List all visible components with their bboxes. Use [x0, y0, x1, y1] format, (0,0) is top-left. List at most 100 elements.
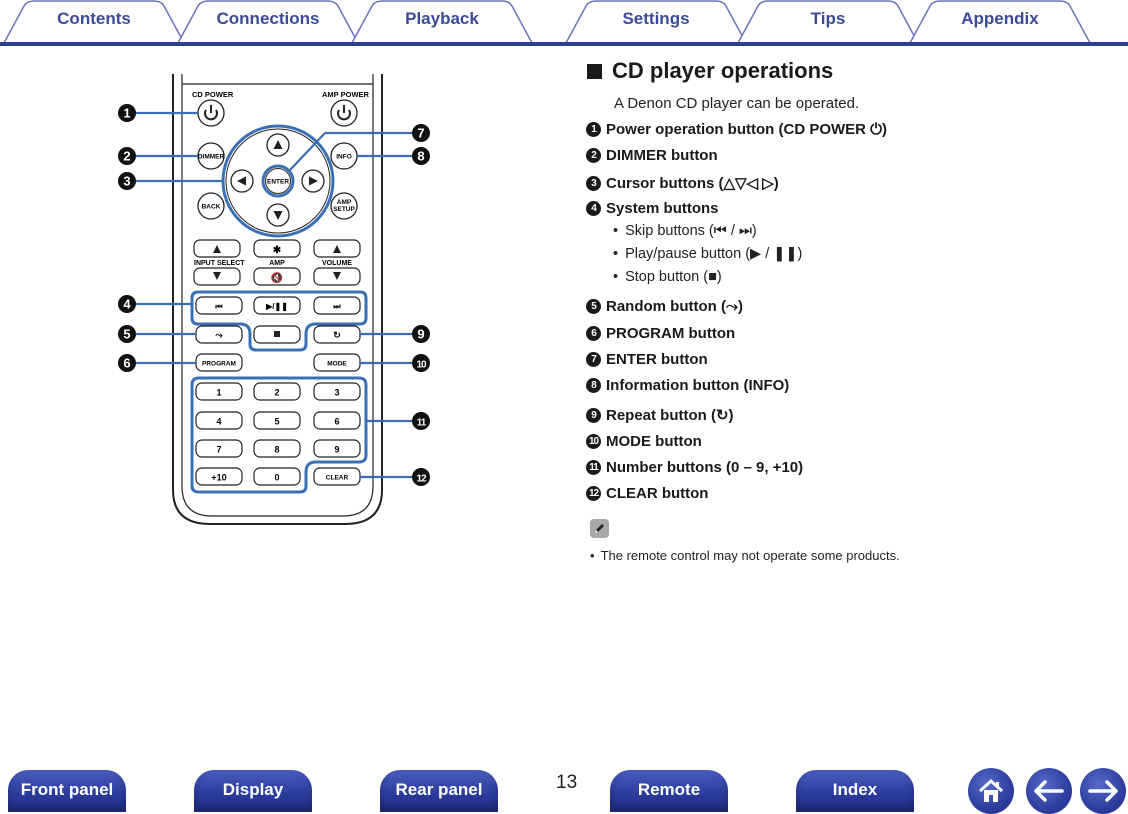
section-title: CD player operations [587, 58, 833, 84]
callout-number: 1 [123, 106, 130, 121]
svg-text:⏮: ⏮ [215, 302, 222, 311]
item-number: 9 [586, 407, 601, 423]
number-key-label: 5 [274, 417, 279, 427]
nav-remote-button[interactable]: Remote [610, 770, 728, 812]
number-key-label: 9 [334, 445, 339, 455]
tab-label: Connections [216, 9, 320, 28]
list-item: 12 CLEAR button [586, 485, 708, 502]
number-key-label: 7 [216, 445, 221, 455]
tab-underline [0, 42, 1128, 46]
callout-number: 2 [123, 149, 130, 164]
item-number: 10 [586, 434, 601, 449]
item-number: 12 [586, 486, 601, 501]
info-label: INFO [336, 154, 352, 161]
arrow-right-icon [1088, 780, 1118, 802]
tab-playback[interactable]: Playback [350, 0, 534, 43]
number-key-label: 2 [274, 388, 279, 398]
arrow-left-icon [1034, 780, 1064, 802]
nav-label: Index [832, 780, 878, 799]
item-label: DIMMER button [606, 147, 718, 164]
item-number: 2 [586, 148, 601, 163]
svg-text:▶/❚❚: ▶/❚❚ [265, 302, 288, 312]
item-number: 8 [586, 378, 601, 393]
tab-tips[interactable]: Tips [736, 0, 920, 43]
item-label: PROGRAM button [606, 325, 736, 342]
tab-label: Playback [405, 9, 479, 28]
mode-label: MODE [327, 361, 347, 368]
number-key-label: 1 [216, 388, 221, 398]
svg-text:↻: ↻ [333, 330, 341, 340]
cd-power-label: CD POWER [192, 90, 234, 99]
tab-contents[interactable]: Contents [2, 0, 186, 43]
dimmer-label: DIMMER [198, 154, 225, 161]
item-number: 6 [586, 326, 601, 341]
item-label: CLEAR button [606, 485, 709, 502]
list-item: 4 System buttons [586, 200, 719, 217]
item-number: 3 [586, 175, 601, 191]
item-label: Cursor buttons (△▽◁ ▷) [606, 175, 779, 192]
callout-number: 11 [417, 418, 427, 429]
program-label: PROGRAM [202, 361, 236, 368]
item-label: MODE button [606, 433, 702, 450]
home-button[interactable] [968, 768, 1014, 814]
callout-number: 10 [416, 360, 427, 371]
callout-number: 9 [417, 327, 424, 342]
callout-number: 4 [123, 297, 131, 312]
bullet-item: Stop button (■) [613, 269, 722, 285]
item-number: 4 [586, 201, 601, 216]
tab-label: Tips [810, 9, 846, 28]
back-button[interactable] [1026, 768, 1072, 814]
input-select-label: INPUT SELECT [194, 260, 245, 267]
cd-power-button [197, 99, 225, 127]
svg-text:⤳: ⤳ [215, 330, 223, 340]
item-label: Number buttons (0 – 9, +10) [606, 459, 804, 476]
amp-setup-label-1: AMP [337, 199, 352, 206]
number-key-label: +10 [211, 473, 226, 483]
item-label: Random button (⤳) [606, 298, 743, 315]
list-item: 5 Random button (⤳) [586, 298, 743, 315]
callout-number: 8 [417, 149, 424, 164]
list-item: 1 Power operation button (CD POWER ⏻) [586, 121, 887, 138]
item-number: 5 [586, 299, 601, 314]
list-item: 3 Cursor buttons (△▽◁ ▷) [586, 174, 779, 192]
callout-number: 12 [416, 474, 427, 485]
number-key-label: 0 [274, 473, 279, 483]
enter-label: ENTER [267, 179, 289, 186]
volume-label: VOLUME [322, 260, 352, 267]
number-key-label: 6 [334, 417, 339, 427]
home-icon [978, 778, 1004, 802]
section-intro: A Denon CD player can be operated. [614, 95, 860, 112]
tab-label: Appendix [961, 9, 1039, 28]
bullet-item: Play/pause button (▶ / ❚❚) [613, 246, 802, 262]
forward-button[interactable] [1080, 768, 1126, 814]
svg-text:🔇: 🔇 [271, 271, 283, 284]
number-key-label: 3 [334, 388, 339, 398]
top-tab-bar: Contents Connections Playback Settings T… [0, 0, 1128, 46]
nav-display-button[interactable]: Display [194, 770, 312, 812]
list-item: 11 Number buttons (0 – 9, +10) [586, 459, 803, 476]
tab-label: Settings [622, 9, 690, 28]
tab-appendix[interactable]: Appendix [908, 0, 1092, 43]
callout-number: 3 [123, 174, 130, 189]
clear-label: CLEAR [326, 475, 349, 482]
page-number: 13 [556, 772, 578, 793]
item-number: 11 [586, 460, 601, 475]
nav-index-button[interactable]: Index [796, 770, 914, 812]
callout-number: 6 [123, 356, 130, 371]
svg-text:✱: ✱ [273, 245, 282, 256]
callout-number: 5 [123, 327, 130, 342]
list-item: 10 MODE button [586, 433, 702, 450]
item-label: Power operation button (CD POWER ⏻) [606, 121, 888, 138]
item-label: Information button (INFO) [606, 377, 790, 394]
nav-label: Front panel [20, 780, 114, 799]
item-label: Repeat button (↻) [606, 407, 734, 424]
tab-settings[interactable]: Settings [564, 0, 748, 43]
square-bullet-icon [587, 63, 602, 79]
nav-rear-panel-button[interactable]: Rear panel [380, 770, 498, 812]
amp-label: AMP [269, 260, 285, 267]
svg-text:⏭: ⏭ [333, 302, 341, 311]
nav-front-panel-button[interactable]: Front panel [8, 770, 126, 812]
tab-connections[interactable]: Connections [176, 0, 360, 43]
number-key-label: 4 [216, 417, 221, 427]
list-item: 6 PROGRAM button [586, 325, 735, 342]
